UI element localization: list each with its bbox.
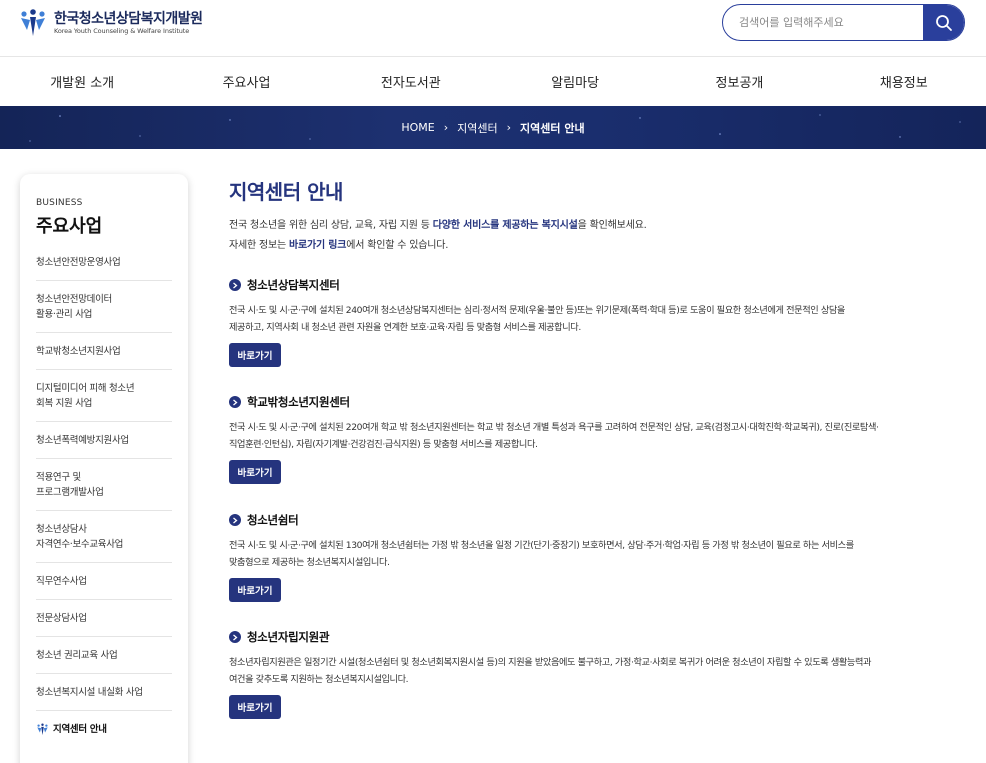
sidebar-item-label-line: 활용·관리 사업 (36, 308, 93, 320)
sidebar-item[interactable]: 청소년안전망운영사업 (36, 244, 172, 281)
center-section: 청소년자립지원관 청소년자립지원관은 일정기간 시설(청소년쉼터 및 청소년회복… (229, 629, 969, 719)
breadcrumb-separator-icon: › (443, 121, 449, 134)
sidebar-item-label: 전문상담사업 (36, 612, 87, 624)
sidebar-item[interactable]: 직무연수사업 (36, 563, 172, 600)
nav-business[interactable]: 주요사업 (164, 57, 328, 106)
shortcut-button[interactable]: 바로가기 (229, 695, 281, 719)
center-section: 청소년상담복지센터 전국 시·도 및 시·군·구에 설치된 240여개 청소년상… (229, 277, 969, 367)
nav-library[interactable]: 전자도서관 (329, 57, 493, 106)
shortcut-button[interactable]: 바로가기 (229, 343, 281, 367)
description-line: 전국 시·도 및 시·군·구에 설치된 240여개 청소년상담복지센터는 심리·… (229, 305, 845, 316)
shortcut-button[interactable]: 바로가기 (229, 460, 281, 484)
intro-text-part: 전국 청소년을 위한 심리 상담, 교육, 자립 지원 등 (229, 220, 433, 231)
intro-text-part: 자세한 정보는 (229, 240, 289, 251)
intro-text: 전국 청소년을 위한 심리 상담, 교육, 자립 지원 등 다양한 서비스를 제… (229, 216, 969, 256)
nav-disclosure[interactable]: 정보공개 (657, 57, 821, 106)
chevron-right-icon (229, 396, 241, 408)
search-input[interactable] (723, 5, 923, 40)
intro-text-part: 에서 확인할 수 있습니다. (346, 240, 449, 251)
sidebar-item-active[interactable]: 지역센터 안내 (36, 711, 172, 748)
breadcrumb-separator-icon: › (506, 121, 512, 134)
sidebar-item-label-line: 프로그램개발사업 (36, 486, 104, 498)
intro-line: 전국 청소년을 위한 심리 상담, 교육, 자립 지원 등 다양한 서비스를 제… (229, 216, 969, 236)
sidebar-eyebrow: BUSINESS (36, 198, 83, 208)
section-description: 청소년자립지원관은 일정기간 시설(청소년쉼터 및 청소년회복지원시설 등)의 … (229, 654, 964, 688)
sidebar-item-label-line: 적용연구 및 (36, 471, 81, 483)
chevron-right-icon (229, 514, 241, 526)
center-section: 학교밖청소년지원센터 전국 시·도 및 시·군·구에 설치된 220여개 학교 … (229, 394, 969, 484)
section-title: 청소년상담복지센터 (247, 278, 340, 292)
section-description: 전국 시·도 및 시·군·구에 설치된 130여개 청소년쉼터는 가정 밖 청소… (229, 537, 964, 571)
intro-text-part: 을 확인해보세요. (577, 220, 647, 231)
sidebar-item-label: 적용연구 및프로그램개발사업 (36, 470, 104, 500)
main-nav: 개발원 소개 주요사업 전자도서관 알림마당 정보공개 채용정보 (0, 57, 986, 106)
sidebar: BUSINESS 주요사업 청소년안전망운영사업 청소년안전망데이터활용·관리 … (20, 174, 188, 763)
sidebar-item-label-line: 청소년상담사 (36, 523, 87, 535)
sidebar-item-label: 청소년상담사자격연수·보수교육사업 (36, 522, 123, 552)
description-line: 맞춤형으로 제공하는 청소년복지시설입니다. (229, 557, 390, 568)
description-line: 제공하고, 지역사회 내 청소년 관련 자원을 연계한 보호·교육·자립 등 맞… (229, 322, 581, 333)
nav-notice[interactable]: 알림마당 (493, 57, 657, 106)
sidebar-item-label: 디지털미디어 피해 청소년회복 지원 사업 (36, 381, 135, 411)
sub-banner: HOME › 지역센터 › 지역센터 안내 (0, 106, 986, 149)
sidebar-item-label-line: 자격연수·보수교육사업 (36, 538, 124, 550)
nav-about[interactable]: 개발원 소개 (0, 57, 164, 106)
page-title: 지역센터 안내 (229, 180, 343, 204)
sidebar-item[interactable]: 청소년복지시설 내실화 사업 (36, 674, 172, 711)
sidebar-item-label-line: 회복 지원 사업 (36, 397, 93, 409)
sidebar-item-label: 청소년 권리교육 사업 (36, 649, 118, 661)
search-icon (936, 14, 952, 31)
sidebar-item[interactable]: 학교밖청소년지원사업 (36, 333, 172, 370)
sidebar-item[interactable]: 청소년폭력예방지원사업 (36, 422, 172, 459)
breadcrumb-home[interactable]: HOME (401, 121, 434, 134)
section-description: 전국 시·도 및 시·군·구에 설치된 240여개 청소년상담복지센터는 심리·… (229, 302, 964, 336)
sidebar-item-label: 지역센터 안내 (53, 724, 107, 735)
breadcrumb: HOME › 지역센터 › 지역센터 안내 (0, 106, 986, 149)
sidebar-item-label-line: 디지털미디어 피해 청소년 (36, 382, 135, 394)
sidebar-item-label: 직무연수사업 (36, 575, 87, 587)
chevron-right-icon (229, 279, 241, 291)
sidebar-title: 주요사업 (36, 216, 103, 237)
logo-mark-icon (37, 723, 48, 736)
nav-recruit[interactable]: 채용정보 (822, 57, 986, 106)
intro-highlight: 바로가기 링크 (288, 240, 347, 251)
sidebar-item-label: 청소년안전망데이터활용·관리 사업 (36, 292, 112, 322)
intro-line: 자세한 정보는 바로가기 링크에서 확인할 수 있습니다. (229, 236, 969, 256)
section-title: 청소년자립지원관 (247, 630, 330, 644)
shortcut-button[interactable]: 바로가기 (229, 578, 281, 602)
description-line: 청소년자립지원관은 일정기간 시설(청소년쉼터 및 청소년회복지원시설 등)의 … (229, 657, 872, 668)
logo-mark-icon (21, 9, 45, 36)
search-box (722, 4, 965, 41)
section-description: 전국 시·도 및 시·군·구에 설치된 220여개 학교 밖 청소년지원센터는 … (229, 419, 964, 453)
section-title: 청소년쉼터 (247, 513, 299, 527)
search-button[interactable] (923, 5, 964, 40)
sidebar-item-label: 청소년폭력예방지원사업 (36, 434, 129, 446)
sidebar-item-label: 청소년안전망운영사업 (36, 256, 121, 268)
main-content: 지역센터 안내 전국 청소년을 위한 심리 상담, 교육, 자립 지원 등 다양… (229, 178, 969, 256)
chevron-right-icon (229, 631, 241, 643)
site-header: 한국청소년상담복지개발원 Korea Youth Counseling & We… (0, 0, 986, 57)
sidebar-item[interactable]: 청소년안전망데이터활용·관리 사업 (36, 281, 172, 333)
sidebar-item-label: 학교밖청소년지원사업 (36, 345, 121, 357)
description-line: 전국 시·도 및 시·군·구에 설치된 130여개 청소년쉼터는 가정 밖 청소… (229, 540, 854, 551)
description-line: 직업훈련·인턴십), 자립(자기계발·건강검진·급식지원) 등 맞춤형 서비스를… (229, 439, 538, 450)
breadcrumb-current[interactable]: 지역센터 안내 (520, 120, 585, 136)
sidebar-item-label: 청소년복지시설 내실화 사업 (36, 686, 143, 698)
sidebar-item[interactable]: 청소년 권리교육 사업 (36, 637, 172, 674)
sidebar-item[interactable]: 전문상담사업 (36, 600, 172, 637)
sidebar-item-label-line: 청소년안전망데이터 (36, 293, 112, 305)
section-title: 학교밖청소년지원센터 (247, 395, 350, 409)
breadcrumb-level1[interactable]: 지역센터 (457, 120, 497, 136)
sidebar-menu: 청소년안전망운영사업 청소년안전망데이터 활용·관리 사업 학교밖청소년지원사업 … (36, 244, 172, 748)
logo-subtitle: Korea Youth Counseling & Welfare Institu… (54, 26, 190, 35)
center-section: 청소년쉼터 전국 시·도 및 시·군·구에 설치된 130여개 청소년쉼터는 가… (229, 512, 969, 602)
intro-highlight: 다양한 서비스를 제공하는 복지시설 (432, 220, 578, 231)
site-logo[interactable]: 한국청소년상담복지개발원 Korea Youth Counseling & We… (18, 8, 203, 38)
sidebar-item[interactable]: 적용연구 및프로그램개발사업 (36, 459, 172, 511)
logo-title: 한국청소년상담복지개발원 (54, 10, 203, 27)
sidebar-item[interactable]: 청소년상담사자격연수·보수교육사업 (36, 511, 172, 563)
description-line: 여건을 갖추도록 지원하는 청소년복지시설입니다. (229, 674, 409, 685)
description-line: 전국 시·도 및 시·군·구에 설치된 220여개 학교 밖 청소년지원센터는 … (229, 422, 879, 433)
sidebar-item[interactable]: 디지털미디어 피해 청소년회복 지원 사업 (36, 370, 172, 422)
